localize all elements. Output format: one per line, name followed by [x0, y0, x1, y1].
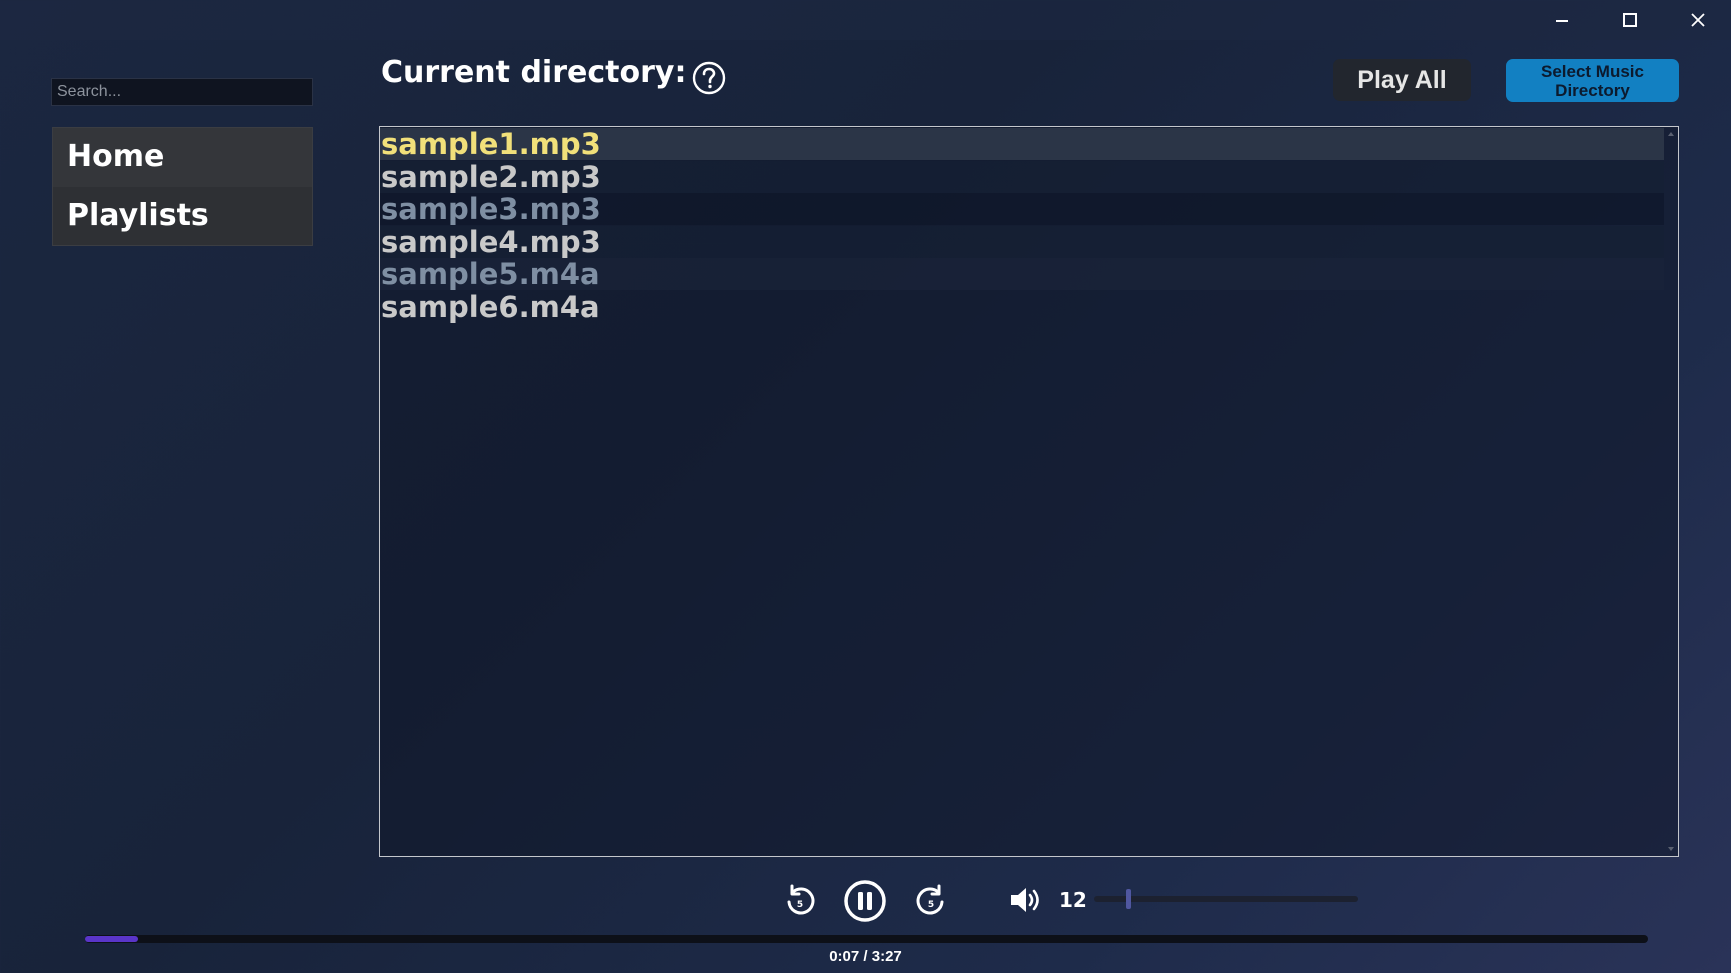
- progress-track: [85, 935, 1648, 943]
- rewind-5-icon: 5: [787, 884, 815, 915]
- volume-slider[interactable]: [1094, 889, 1358, 909]
- minimize-button[interactable]: [1528, 0, 1596, 40]
- question-circle-icon[interactable]: [692, 61, 726, 95]
- minimize-icon: [1556, 20, 1568, 22]
- volume-value: 12: [1059, 888, 1087, 912]
- close-icon: [1691, 13, 1705, 27]
- progress-fill: [85, 936, 139, 942]
- speaker-icon: [1011, 888, 1039, 912]
- maximize-icon: [1623, 13, 1637, 27]
- volume-slider-track: [1094, 896, 1358, 902]
- current-directory-label: Current directory:: [381, 55, 687, 90]
- sidebar-item-home[interactable]: Home: [53, 128, 312, 187]
- playback-progress-bar[interactable]: [85, 935, 1648, 943]
- sidebar-item-playlists[interactable]: Playlists: [53, 187, 312, 245]
- pause-circle-icon: [844, 880, 886, 922]
- svg-text:5: 5: [797, 900, 803, 910]
- forward-5-icon: 5: [916, 884, 944, 915]
- search-input[interactable]: [51, 78, 313, 106]
- maximize-button[interactable]: [1596, 0, 1664, 40]
- scrollbar[interactable]: [1664, 127, 1678, 856]
- pause-button[interactable]: [843, 879, 887, 923]
- forward-5-button[interactable]: 5: [913, 882, 949, 918]
- volume-button[interactable]: [1008, 884, 1044, 916]
- file-list-item[interactable]: sample3.mp3: [380, 193, 1664, 225]
- volume-slider-thumb[interactable]: [1125, 889, 1131, 909]
- select-music-directory-button[interactable]: Select Music Directory: [1506, 59, 1679, 102]
- scroll-down-arrow[interactable]: [1668, 847, 1674, 851]
- rewind-5-button[interactable]: 5: [782, 882, 818, 918]
- file-list[interactable]: sample1.mp3 sample2.mp3 sample3.mp3 sample4…: [379, 126, 1679, 857]
- sidebar-nav: Home Playlists: [52, 127, 313, 246]
- file-list-item[interactable]: sample6.m4a: [380, 291, 1664, 323]
- scroll-up-arrow[interactable]: [1668, 132, 1674, 136]
- playback-time: 0:07 / 3:27: [829, 948, 902, 965]
- svg-text:5: 5: [928, 900, 934, 910]
- file-list-item[interactable]: sample4.mp3: [380, 226, 1664, 258]
- play-all-button[interactable]: Play All: [1333, 59, 1471, 101]
- file-list-item[interactable]: sample2.mp3: [380, 161, 1664, 193]
- file-list-item[interactable]: sample5.m4a: [380, 258, 1664, 290]
- title-bar: [0, 0, 1731, 40]
- close-button[interactable]: [1664, 0, 1731, 40]
- file-list-item[interactable]: sample1.mp3: [380, 128, 1664, 160]
